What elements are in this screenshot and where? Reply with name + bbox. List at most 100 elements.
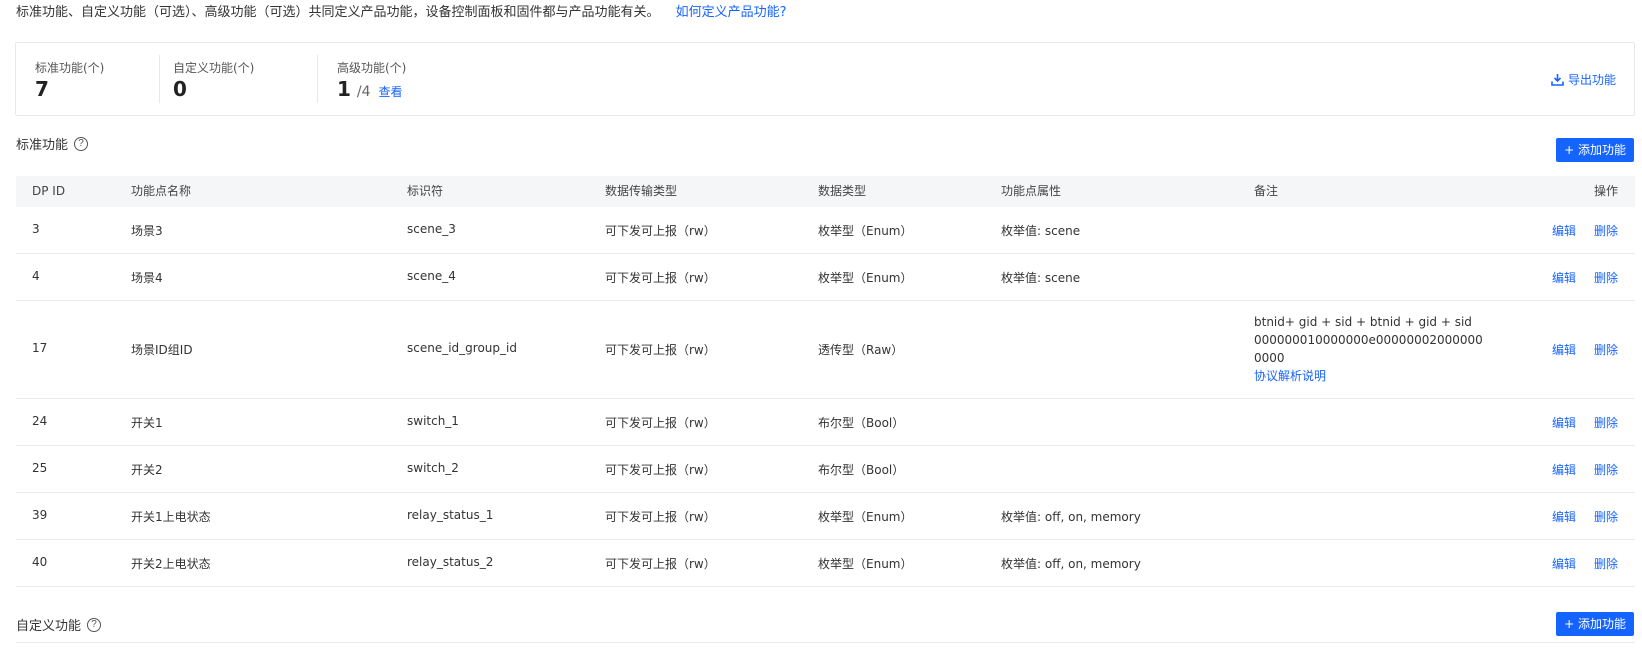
cell-code: switch_2: [407, 461, 459, 475]
stat-advanced-value-wrap: 1/4 查看: [337, 77, 403, 101]
intro-text: 标准功能、自定义功能（可选）、高级功能（可选）共同定义产品功能，设备控制面板和固…: [16, 4, 787, 22]
cell-name: 场景4: [131, 271, 163, 285]
table-row: 4 场景4 scene_4 可下发可上报（rw） 枚举型（Enum） 枚举值: …: [16, 254, 1635, 301]
stat-custom-label: 自定义功能(个): [173, 61, 255, 75]
cell-transfer-type: 可下发可上报（rw）: [605, 271, 716, 285]
cell-transfer-type: 可下发可上报（rw）: [605, 224, 716, 238]
stat-standard-value: 7: [35, 77, 49, 101]
stats-panel: 标准功能(个) 7 自定义功能(个) 0 高级功能(个) 1/4 查看 导出功能: [15, 42, 1635, 116]
note-line: 0000: [1254, 351, 1285, 365]
cell-note: btnid+ gid + sid + btnid + gid + sid 000…: [1254, 313, 1483, 385]
cell-code: relay_status_2: [407, 555, 494, 569]
table-row: 39 开关1上电状态 relay_status_1 可下发可上报（rw） 枚举型…: [16, 493, 1635, 540]
standard-section-title: 标准功能 ?: [16, 134, 89, 153]
note-line: btnid+ gid + sid + btnid + gid + sid: [1254, 315, 1472, 329]
delete-button[interactable]: 删除: [1594, 341, 1618, 358]
cell-transfer-type: 可下发可上报（rw）: [605, 510, 716, 524]
th-name: 功能点名称: [131, 184, 192, 198]
delete-button[interactable]: 删除: [1594, 414, 1618, 431]
cell-transfer-type: 可下发可上报（rw）: [605, 557, 716, 571]
cell-dp-id: 39: [32, 508, 48, 522]
cell-dp-id: 40: [32, 555, 48, 569]
cell-name: 开关2上电状态: [131, 557, 211, 571]
stat-advanced-value: 1: [337, 77, 351, 101]
cell-property: 枚举值: scene: [1001, 271, 1081, 285]
table-header: DP ID 功能点名称 标识符 数据传输类型 数据类型 功能点属性 备注 操作: [16, 176, 1635, 207]
table-row: 24 开关1 switch_1 可下发可上报（rw） 布尔型（Bool） 编辑 …: [16, 399, 1635, 446]
question-icon[interactable]: ?: [87, 617, 102, 632]
cell-code: scene_4: [407, 269, 456, 283]
cell-name: 场景3: [131, 224, 163, 238]
cell-dp-id: 25: [32, 461, 48, 475]
stat-custom-value: 0: [173, 77, 187, 101]
delete-button[interactable]: 删除: [1594, 222, 1618, 239]
cell-dp-id: 3: [32, 222, 40, 236]
add-custom-function-button[interactable]: + 添加功能: [1556, 612, 1634, 636]
cell-data-type: 枚举型（Enum）: [818, 271, 913, 285]
cell-name: 场景ID组ID: [131, 343, 193, 357]
th-note: 备注: [1254, 184, 1279, 198]
table-row: 17 场景ID组ID scene_id_group_id 可下发可上报（rw） …: [16, 301, 1635, 399]
stat-advanced-label: 高级功能(个): [337, 61, 407, 75]
cell-dp-id: 4: [32, 269, 40, 283]
export-label: 导出功能: [1567, 73, 1616, 87]
th-dp-id: DP ID: [32, 184, 66, 198]
table-row: 40 开关2上电状态 relay_status_2 可下发可上报（rw） 枚举型…: [16, 540, 1635, 587]
edit-button[interactable]: 编辑: [1552, 508, 1576, 525]
cell-data-type: 透传型（Raw）: [818, 343, 904, 357]
divider: [16, 642, 1635, 643]
edit-button[interactable]: 编辑: [1552, 222, 1576, 239]
cell-transfer-type: 可下发可上报（rw）: [605, 416, 716, 430]
standard-functions-table: DP ID 功能点名称 标识符 数据传输类型 数据类型 功能点属性 备注 操作 …: [16, 176, 1635, 587]
add-standard-function-button[interactable]: + 添加功能: [1556, 138, 1634, 162]
download-icon: [1551, 74, 1564, 86]
delete-button[interactable]: 删除: [1594, 461, 1618, 478]
export-button[interactable]: 导出功能: [1551, 71, 1616, 88]
intro-description: 标准功能、自定义功能（可选）、高级功能（可选）共同定义产品功能，设备控制面板和固…: [16, 5, 660, 20]
custom-title-text: 自定义功能: [16, 619, 82, 634]
th-transfer-type: 数据传输类型: [605, 184, 678, 198]
cell-data-type: 枚举型（Enum）: [818, 510, 913, 524]
cell-data-type: 枚举型（Enum）: [818, 557, 913, 571]
delete-button[interactable]: 删除: [1594, 555, 1618, 572]
stat-divider: [159, 55, 160, 103]
edit-button[interactable]: 编辑: [1552, 461, 1576, 478]
edit-button[interactable]: 编辑: [1552, 555, 1576, 572]
help-link[interactable]: 如何定义产品功能?: [676, 5, 787, 20]
stat-advanced-total: /4: [356, 84, 371, 100]
cell-code: scene_3: [407, 222, 456, 236]
cell-transfer-type: 可下发可上报（rw）: [605, 463, 716, 477]
question-icon[interactable]: ?: [74, 136, 89, 151]
cell-data-type: 布尔型（Bool）: [818, 463, 905, 477]
cell-transfer-type: 可下发可上报（rw）: [605, 343, 716, 357]
edit-button[interactable]: 编辑: [1552, 341, 1576, 358]
cell-name: 开关1上电状态: [131, 510, 211, 524]
th-code: 标识符: [407, 184, 444, 198]
cell-data-type: 枚举型（Enum）: [818, 224, 913, 238]
cell-dp-id: 24: [32, 414, 48, 428]
th-data-type: 数据类型: [818, 184, 867, 198]
delete-button[interactable]: 删除: [1594, 269, 1618, 286]
cell-code: relay_status_1: [407, 508, 494, 522]
th-action: 操作: [1594, 184, 1619, 198]
edit-button[interactable]: 编辑: [1552, 414, 1576, 431]
delete-button[interactable]: 删除: [1594, 508, 1618, 525]
cell-code: switch_1: [407, 414, 459, 428]
cell-code: scene_id_group_id: [407, 341, 517, 355]
view-advanced-link[interactable]: 查看: [379, 85, 403, 99]
cell-data-type: 布尔型（Bool）: [818, 416, 905, 430]
standard-title-text: 标准功能: [16, 138, 69, 153]
custom-section-title: 自定义功能 ?: [16, 615, 102, 634]
cell-dp-id: 17: [32, 341, 48, 355]
edit-button[interactable]: 编辑: [1552, 269, 1576, 286]
stat-standard-label: 标准功能(个): [35, 61, 105, 75]
protocol-doc-link[interactable]: 协议解析说明: [1254, 367, 1483, 385]
stat-divider: [317, 55, 318, 103]
cell-name: 开关1: [131, 416, 163, 430]
table-row: 3 场景3 scene_3 可下发可上报（rw） 枚举型（Enum） 枚举值: …: [16, 207, 1635, 254]
cell-property: 枚举值: off, on, memory: [1001, 510, 1141, 524]
cell-name: 开关2: [131, 463, 163, 477]
note-line: 000000010000000e00000002000000: [1254, 333, 1483, 347]
cell-property: 枚举值: off, on, memory: [1001, 557, 1141, 571]
th-property: 功能点属性: [1001, 184, 1062, 198]
